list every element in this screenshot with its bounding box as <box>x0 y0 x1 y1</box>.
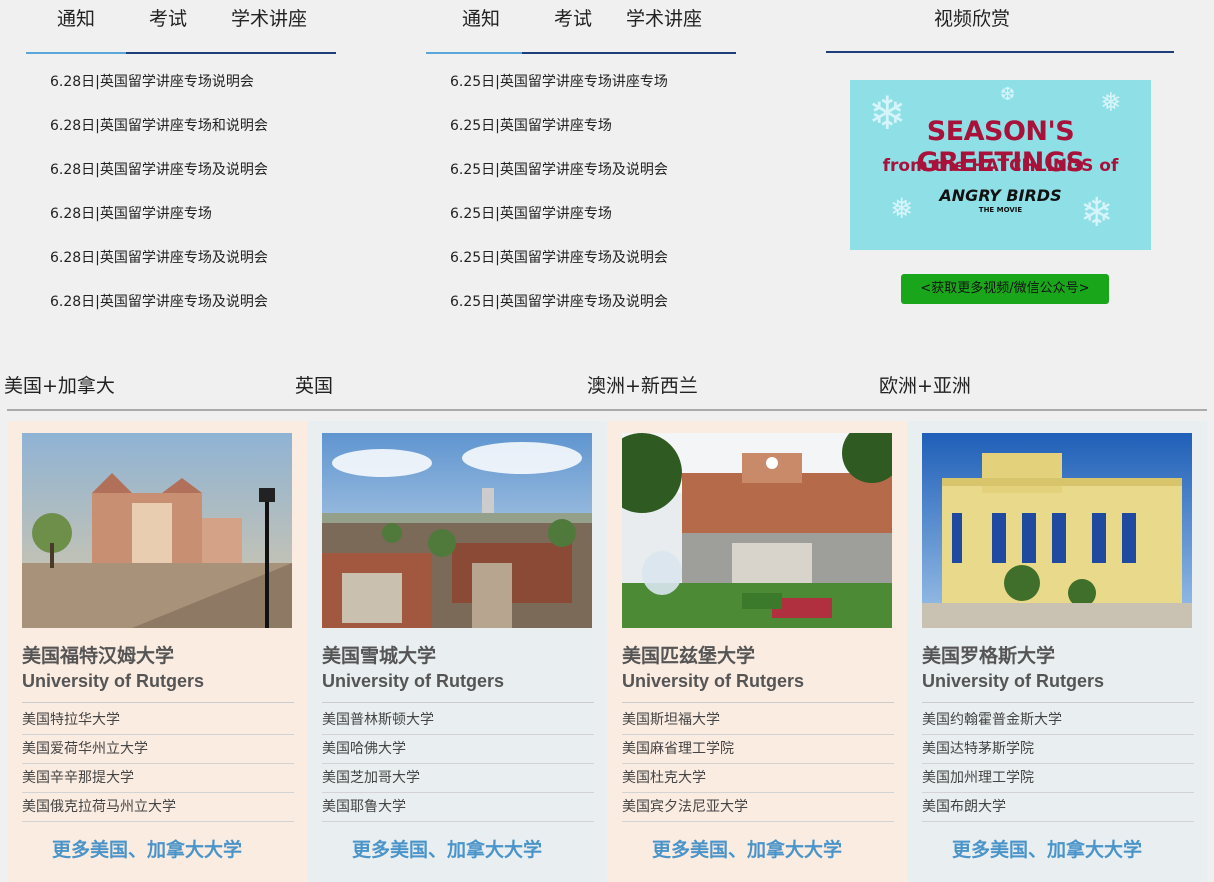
university-name-cn[interactable]: 美国罗格斯大学 <box>922 641 1055 668</box>
university-link[interactable]: 美国辛辛那提大学 <box>22 764 294 793</box>
university-link[interactable]: 美国加州理工学院 <box>922 764 1194 793</box>
university-link[interactable]: 美国爱荷华州立大学 <box>22 735 294 764</box>
university-name-en[interactable]: University of Rutgers <box>22 671 204 692</box>
region-tabs-divider <box>7 409 1207 411</box>
university-card: 美国福特汉姆大学 University of Rutgers 美国特拉华大学 美… <box>7 421 307 882</box>
video-thumb-logo-sub: THE MOVIE <box>978 206 1023 214</box>
news-item[interactable]: 6.25日|英国留学讲座专场及说明会 <box>450 159 668 179</box>
university-link[interactable]: 美国宾夕法尼亚大学 <box>622 793 894 822</box>
university-link[interactable]: 美国特拉华大学 <box>22 706 294 735</box>
tab-notice[interactable]: 通知 <box>462 4 500 31</box>
video-thumb-subline: from the HATCHLINGS of <box>882 156 1119 176</box>
university-name-en[interactable]: University of Rutgers <box>922 671 1104 692</box>
video-thumb-logo: ANGRY BIRDS <box>939 186 1062 205</box>
news-item[interactable]: 6.28日|英国留学讲座专场及说明会 <box>50 247 268 267</box>
news-item[interactable]: 6.28日|英国留学讲座专场及说明会 <box>50 291 268 311</box>
card-divider <box>922 702 1194 703</box>
news-item[interactable]: 6.28日|英国留学讲座专场及说明会 <box>50 159 268 179</box>
news-column-1: 通知 考试 学术讲座 <box>26 0 336 54</box>
news-tabs-2: 通知 考试 学术讲座 <box>426 0 736 54</box>
tab-lecture[interactable]: 学术讲座 <box>626 4 702 31</box>
more-universities-link[interactable]: 更多美国、加拿大大学 <box>607 835 887 862</box>
more-universities-link[interactable]: 更多美国、加拿大大学 <box>907 835 1187 862</box>
university-photo[interactable] <box>922 433 1192 628</box>
news-item[interactable]: 6.25日|英国留学讲座专场及说明会 <box>450 247 668 267</box>
university-name-en[interactable]: University of Rutgers <box>622 671 804 692</box>
university-card: 美国匹兹堡大学 University of Rutgers 美国斯坦福大学 美国… <box>607 421 907 882</box>
news-item[interactable]: 6.28日|英国留学讲座专场 <box>50 203 212 223</box>
active-tab-indicator <box>426 52 522 54</box>
more-universities-link[interactable]: 更多美国、加拿大大学 <box>7 835 287 862</box>
tab-lecture[interactable]: 学术讲座 <box>231 4 307 31</box>
university-card: 美国罗格斯大学 University of Rutgers 美国约翰霍普金斯大学… <box>907 421 1207 882</box>
university-name-cn[interactable]: 美国匹兹堡大学 <box>622 641 755 668</box>
card-divider <box>622 702 894 703</box>
university-photo[interactable] <box>622 433 892 628</box>
university-link[interactable]: 美国杜克大学 <box>622 764 894 793</box>
region-tab-us-canada[interactable]: 美国+加拿大 <box>4 371 115 398</box>
region-tab-australia-nz[interactable]: 澳洲+新西兰 <box>587 371 698 398</box>
university-link[interactable]: 美国布朗大学 <box>922 793 1194 822</box>
more-universities-link[interactable]: 更多美国、加拿大大学 <box>307 835 587 862</box>
news-item[interactable]: 6.25日|英国留学讲座专场 <box>450 203 612 223</box>
card-divider <box>22 702 294 703</box>
university-card: 美国雪城大学 University of Rutgers 美国普林斯顿大学 美国… <box>307 421 607 882</box>
university-name-cn[interactable]: 美国福特汉姆大学 <box>22 641 174 668</box>
university-photo[interactable] <box>322 433 592 628</box>
active-tab-indicator <box>26 52 126 54</box>
tab-notice[interactable]: 通知 <box>57 4 95 31</box>
news-item[interactable]: 6.25日|英国留学讲座专场讲座专场 <box>450 71 668 91</box>
tab-exam[interactable]: 考试 <box>149 4 187 31</box>
snowflake-icon: ❅ <box>1100 88 1122 118</box>
tab-exam[interactable]: 考试 <box>554 4 592 31</box>
university-photo[interactable] <box>22 433 292 628</box>
university-link[interactable]: 美国斯坦福大学 <box>622 706 894 735</box>
university-name-cn[interactable]: 美国雪城大学 <box>322 641 436 668</box>
university-link[interactable]: 美国耶鲁大学 <box>322 793 594 822</box>
region-tab-uk[interactable]: 英国 <box>295 371 333 398</box>
more-videos-button[interactable]: <获取更多视频/微信公众号> <box>901 274 1109 304</box>
university-link[interactable]: 美国芝加哥大学 <box>322 764 594 793</box>
video-thumbnail[interactable]: ❄ ❄ ❅ ❅ ❆ SEASON'S GREETINGS from the HA… <box>850 80 1151 250</box>
news-item[interactable]: 6.25日|英国留学讲座专场 <box>450 115 612 135</box>
news-tabs-1: 通知 考试 学术讲座 <box>26 0 336 54</box>
university-link[interactable]: 美国约翰霍普金斯大学 <box>922 706 1194 735</box>
news-item[interactable]: 6.28日|英国留学讲座专场说明会 <box>50 71 254 91</box>
university-link[interactable]: 美国俄克拉荷马州立大学 <box>22 793 294 822</box>
university-link[interactable]: 美国达特茅斯学院 <box>922 735 1194 764</box>
news-item[interactable]: 6.25日|英国留学讲座专场及说明会 <box>450 291 668 311</box>
video-title: 视频欣赏 <box>934 8 1011 30</box>
university-link[interactable]: 美国普林斯顿大学 <box>322 706 594 735</box>
region-tab-europe-asia[interactable]: 欧洲+亚洲 <box>879 371 971 398</box>
video-title-underline <box>826 51 1174 53</box>
university-link[interactable]: 美国哈佛大学 <box>322 735 594 764</box>
snowflake-icon: ❆ <box>1000 84 1016 105</box>
university-link[interactable]: 美国麻省理工学院 <box>622 735 894 764</box>
news-item[interactable]: 6.28日|英国留学讲座专场和说明会 <box>50 115 268 135</box>
news-column-2: 通知 考试 学术讲座 <box>426 0 736 54</box>
university-name-en[interactable]: University of Rutgers <box>322 671 504 692</box>
card-divider <box>322 702 594 703</box>
